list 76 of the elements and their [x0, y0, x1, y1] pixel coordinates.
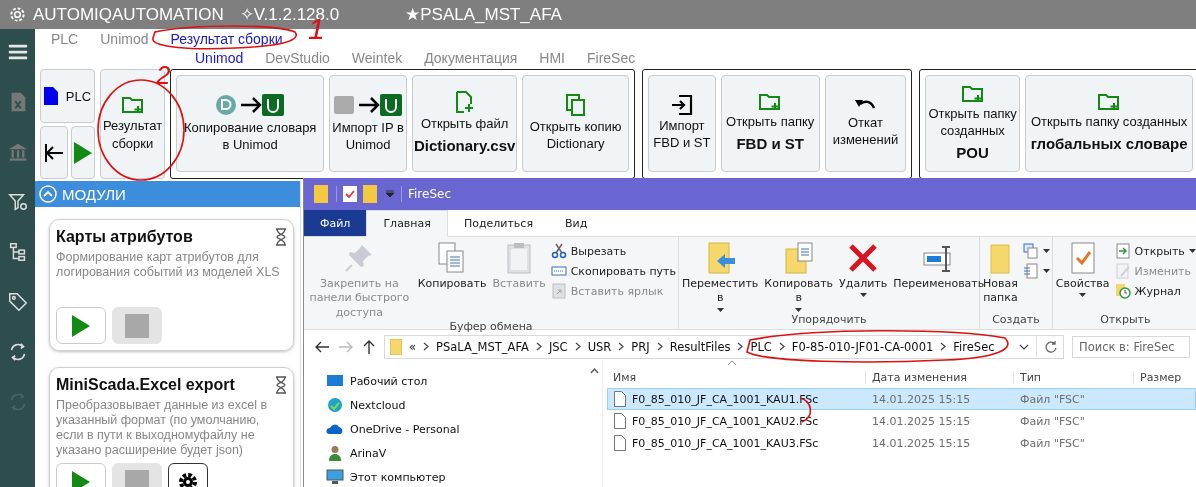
ribbon-button[interactable]: Копировать в — [763, 241, 835, 313]
ribbon-button[interactable]: Открыть — [1114, 243, 1196, 259]
path-segment[interactable]: PRJ — [631, 339, 650, 354]
file-name: F0_85_010_JF_CA_1001_KAU2.FSc — [632, 414, 819, 428]
ribbon-group-label: Открыть — [1099, 313, 1152, 328]
toolbar-button[interactable]: Открыть папку созданных POU — [925, 75, 1021, 172]
address-bar[interactable]: « PSaLA_MST_AFA JSC USR PRJ ResultFiles PLC F0-85-010-JF01-CA-0001 FireSec — [384, 334, 1064, 359]
file-row[interactable]: F0_85_010_JF_CA_1001_KAU2.FSc 14.01.2025 15:15 Файл "FSC" — [607, 410, 1196, 432]
toolbar-button[interactable]: Открыть папку созданных глобальных словаре — [1025, 75, 1194, 172]
module-description: Преобразовывает данные из excel в указанный формат (по умолчанию, если в пути к выходномуфайлу не указано расширение будет json) — [56, 398, 269, 458]
plc-button[interactable]: PLC — [40, 69, 95, 123]
path-segment[interactable]: USR — [587, 339, 612, 354]
file-name: F0_85_010_JF_CA_1001_KAU1.FSc — [632, 392, 819, 406]
column-header[interactable]: Дата изменения — [865, 370, 1013, 384]
ribbon-group-label: Упорядочить — [790, 313, 868, 328]
ribbon-button[interactable]: Копировать — [416, 241, 488, 320]
sub-tab[interactable]: FireSec — [587, 49, 636, 66]
file-type: Файл "FSC" — [1019, 414, 1086, 428]
sub-tab[interactable]: Weintek — [351, 49, 403, 66]
column-header[interactable]: Имя — [607, 370, 865, 384]
file-date: 14.01.2025 15:15 — [871, 436, 972, 450]
nav-tab[interactable]: Unimod — [100, 30, 149, 47]
ribbon-group-label: Буфер обмена — [448, 319, 534, 335]
file-row[interactable]: F0_85_010_JF_CA_1001_KAU3.FSc 14.01.2025 15:15 Файл "FSC" — [607, 432, 1196, 454]
sub-tab[interactable]: HMI — [539, 49, 565, 66]
search-field[interactable]: Поиск в: FireSec — [1072, 335, 1190, 358]
ribbon-tab[interactable]: Файл — [304, 210, 367, 236]
path-segment[interactable]: F0-85-010-JF01-CA-0001 — [791, 339, 934, 354]
ribbon-button[interactable]: Переместить в — [681, 241, 760, 313]
nav-item[interactable]: ArinaV — [326, 444, 586, 462]
path-segment[interactable]: JSC — [548, 339, 568, 354]
column-header[interactable]: Тип — [1013, 370, 1133, 384]
window-title: FireSec — [408, 187, 451, 201]
toolbar-button[interactable]: Открыть файл Dictionary.csv — [412, 75, 518, 172]
nav-tab[interactable]: Результат сборки — [170, 30, 283, 47]
ribbon-button[interactable]: Удалить — [838, 241, 889, 313]
module-title: MiniScada.Excel export — [56, 376, 235, 394]
file-type: Файл "FSC" — [1019, 392, 1086, 406]
path-segment[interactable]: FireSec — [953, 339, 995, 354]
toolbar-button[interactable]: Откат изменений — [824, 75, 907, 172]
path-segment[interactable]: ResultFiles — [669, 339, 731, 354]
column-header[interactable]: Размер — [1133, 370, 1196, 384]
toolbar-button[interactable]: Копирование словаря в Unimod — [176, 75, 325, 172]
nav-item[interactable]: Этот компьютер — [326, 468, 586, 486]
file-row[interactable]: F0_85_010_JF_CA_1001_KAU1.FSc 14.01.2025 15:15 Файл "FSC" — [607, 388, 1196, 410]
toolbar-button[interactable]: Открыть папку FBD и ST — [720, 75, 820, 172]
nav-item[interactable]: Рабочий стол — [326, 372, 586, 390]
modules-title: МОДУЛИ — [62, 185, 126, 203]
path-segment[interactable]: PLC — [750, 339, 772, 354]
app-title: AUTOMIQAUTOMATION — [33, 4, 224, 25]
module-description: Формирование карт атрибутов для логирования событий из моделей XLS — [56, 250, 281, 281]
toolbar-button[interactable]: Открыть копию Dictionary — [522, 75, 630, 172]
file-date: 14.01.2025 15:15 — [871, 392, 972, 406]
path-segment[interactable]: PSaLA_MST_AFA — [436, 339, 529, 354]
nav-item[interactable]: OneDrive - Personal — [326, 420, 586, 438]
file-date: 14.01.2025 15:15 — [871, 414, 972, 428]
nav-tab[interactable]: PLC — [51, 30, 79, 47]
sub-tab[interactable]: DevStudio — [265, 49, 330, 66]
ribbon-tab[interactable]: Вид — [549, 210, 604, 236]
ribbon-group-label: Создать — [991, 313, 1041, 328]
ribbon-button[interactable]: Скопировать путь — [550, 263, 676, 279]
nav-item[interactable]: Nextcloud — [326, 396, 586, 414]
ribbon-button[interactable]: Вырезать — [550, 243, 676, 259]
project-name: ★PSALA_MST_AFA — [405, 4, 562, 25]
file-type: Файл "FSC" — [1019, 436, 1086, 450]
ribbon-button[interactable]: Журнал — [1114, 283, 1196, 299]
ribbon-tab[interactable]: Главная — [366, 210, 448, 237]
path-segment[interactable]: « — [409, 339, 417, 354]
file-name: F0_85_010_JF_CA_1001_KAU3.FSc — [632, 436, 819, 450]
toolbar-button[interactable]: Импорт FBD и ST — [648, 75, 716, 172]
ribbon-tab[interactable]: Поделиться — [447, 210, 550, 236]
sub-tab[interactable]: Документация — [424, 49, 518, 66]
ribbon-button[interactable]: Свойства — [1054, 241, 1111, 313]
module-title: Карты атрибутов — [56, 228, 193, 246]
sub-tab[interactable]: Unimod — [195, 49, 244, 66]
toolbar-button[interactable]: Импорт IP в Unimod — [329, 75, 408, 172]
